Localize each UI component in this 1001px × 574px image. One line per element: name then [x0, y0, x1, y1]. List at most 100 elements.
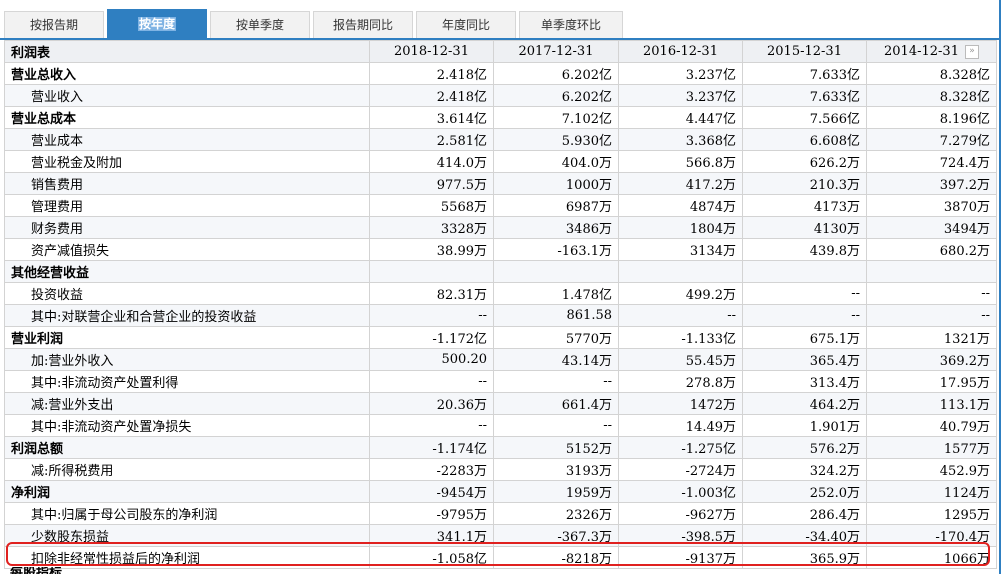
- cell-value: 3134万: [618, 238, 743, 261]
- cell-value: 661.4万: [493, 392, 619, 415]
- tab-report-period-yoy[interactable]: 报告期同比: [313, 11, 413, 38]
- tab-by-year[interactable]: 按年度: [107, 9, 207, 38]
- cell-value: 5.930亿: [493, 128, 619, 151]
- cell-value: 2.581亿: [369, 128, 494, 151]
- cell-value: --: [866, 282, 997, 305]
- cell-value: 417.2万: [618, 172, 743, 195]
- cell-value: 6987万: [493, 194, 619, 217]
- table-row: 扣除非经常性损益后的净利润 -1.058亿 -8218万 -9137万 365.9万 10…: [4, 546, 997, 569]
- table-row: 其他经营收益: [4, 260, 997, 283]
- row-label: 销售费用: [4, 172, 370, 195]
- table-row: 财务费用 3328万 3486万 1804万 4130万 3494万: [4, 216, 997, 239]
- cell-value: 369.2万: [866, 348, 997, 371]
- cell-value: 4130万: [742, 216, 867, 239]
- cell-value: 4.447亿: [618, 106, 743, 129]
- cell-value: 500.20: [369, 348, 494, 371]
- cell-value: 3.237亿: [618, 62, 743, 85]
- cell-value: 3.614亿: [369, 106, 494, 129]
- table-row: 减:所得税费用 -2283万 3193万 -2724万 324.2万 452.9万: [4, 458, 997, 481]
- tab-by-single-quarter[interactable]: 按单季度: [210, 11, 310, 38]
- cell-value: 324.2万: [742, 458, 867, 481]
- tab-annual-yoy[interactable]: 年度同比: [416, 11, 516, 38]
- cell-value: [742, 260, 867, 283]
- cell-value: --: [369, 370, 494, 393]
- cell-value: 20.36万: [369, 392, 494, 415]
- tab-by-report-period[interactable]: 按报告期: [4, 11, 104, 38]
- cell-value: 2.418亿: [369, 84, 494, 107]
- cell-value: -1.133亿: [618, 326, 743, 349]
- cell-value: 3870万: [866, 194, 997, 217]
- row-label: 加:营业外收入: [4, 348, 370, 371]
- cell-value: 452.9万: [866, 458, 997, 481]
- tab-bar: 按报告期 按年度 按单季度 报告期同比 年度同比 单季度环比: [0, 0, 1001, 40]
- income-statement-table: 利润表 2018-12-31 2017-12-31 2016-12-31 201…: [4, 40, 997, 569]
- cell-value: 397.2万: [866, 172, 997, 195]
- cell-value: -9137万: [618, 546, 743, 569]
- cell-value: --: [369, 414, 494, 437]
- cell-value: 55.45万: [618, 348, 743, 371]
- cell-value: [618, 260, 743, 283]
- table-row: 净利润 -9454万 1959万 -1.003亿 252.0万 1124万: [4, 480, 997, 503]
- cell-value: 499.2万: [618, 282, 743, 305]
- tab-single-quarter-qoq[interactable]: 单季度环比: [519, 11, 623, 38]
- cell-value: -367.3万: [493, 524, 619, 547]
- cell-value: 4173万: [742, 194, 867, 217]
- cell-value: 1321万: [866, 326, 997, 349]
- cell-value: 6.202亿: [493, 84, 619, 107]
- cell-value: 439.8万: [742, 238, 867, 261]
- cell-value: 1000万: [493, 172, 619, 195]
- cell-value: 7.633亿: [742, 84, 867, 107]
- next-columns-icon[interactable]: »: [964, 44, 979, 59]
- cell-value: 17.95万: [866, 370, 997, 393]
- table-row: 其中:非流动资产处置利得 -- -- 278.8万 313.4万 17.95万: [4, 370, 997, 393]
- cell-value: 1804万: [618, 216, 743, 239]
- table-row: 管理费用 5568万 6987万 4874万 4173万 3870万: [4, 194, 997, 217]
- cell-value: -163.1万: [493, 238, 619, 261]
- row-label: 其中:归属于母公司股东的净利润: [4, 502, 370, 525]
- cell-value: 43.14万: [493, 348, 619, 371]
- column-header: 2014-12-31 »: [866, 40, 997, 63]
- cell-value: -9454万: [369, 480, 494, 503]
- next-section-label: 每股指标: [10, 567, 62, 574]
- table-row: 少数股东损益 341.1万 -367.3万 -398.5万 -34.40万 -170.4万: [4, 524, 997, 547]
- cell-value: 680.2万: [866, 238, 997, 261]
- cell-value: 675.1万: [742, 326, 867, 349]
- cell-value: -1.275亿: [618, 436, 743, 459]
- cell-value: 6.608亿: [742, 128, 867, 151]
- cell-value: 2326万: [493, 502, 619, 525]
- cell-value: 404.0万: [493, 150, 619, 173]
- cell-value: 1066万: [866, 546, 997, 569]
- table-row: 利润总额 -1.174亿 5152万 -1.275亿 576.2万 1577万: [4, 436, 997, 459]
- row-label: 投资收益: [4, 282, 370, 305]
- cell-value: 7.279亿: [866, 128, 997, 151]
- table-row: 加:营业外收入 500.20 43.14万 55.45万 365.4万 369.2万: [4, 348, 997, 371]
- table-row: 营业总收入 2.418亿 6.202亿 3.237亿 7.633亿 8.328亿: [4, 62, 997, 85]
- cell-value: 7.566亿: [742, 106, 867, 129]
- cell-value: -1.058亿: [369, 546, 494, 569]
- cell-value: 414.0万: [369, 150, 494, 173]
- row-label: 净利润: [4, 480, 370, 503]
- cell-value: 7.102亿: [493, 106, 619, 129]
- cell-value: 365.9万: [742, 546, 867, 569]
- table-row: 营业利润 -1.172亿 5770万 -1.133亿 675.1万 1321万: [4, 326, 997, 349]
- cell-value: 278.8万: [618, 370, 743, 393]
- cell-value: 7.633亿: [742, 62, 867, 85]
- row-label: 扣除非经常性损益后的净利润: [4, 546, 370, 569]
- cell-value: 341.1万: [369, 524, 494, 547]
- cell-value: 626.2万: [742, 150, 867, 173]
- cell-value: 977.5万: [369, 172, 494, 195]
- cell-value: 286.4万: [742, 502, 867, 525]
- cell-value: --: [866, 304, 997, 327]
- row-label: 营业利润: [4, 326, 370, 349]
- cell-value: 5568万: [369, 194, 494, 217]
- table-row: 销售费用 977.5万 1000万 417.2万 210.3万 397.2万: [4, 172, 997, 195]
- cell-value: 464.2万: [742, 392, 867, 415]
- cell-value: 1295万: [866, 502, 997, 525]
- cell-value: -398.5万: [618, 524, 743, 547]
- cell-value: -170.4万: [866, 524, 997, 547]
- column-header: 2017-12-31: [493, 40, 619, 63]
- cell-value: --: [618, 304, 743, 327]
- cell-value: 113.1万: [866, 392, 997, 415]
- table-row: 其中:非流动资产处置净损失 -- -- 14.49万 1.901万 40.79万: [4, 414, 997, 437]
- table-row: 减:营业外支出 20.36万 661.4万 1472万 464.2万 113.1万: [4, 392, 997, 415]
